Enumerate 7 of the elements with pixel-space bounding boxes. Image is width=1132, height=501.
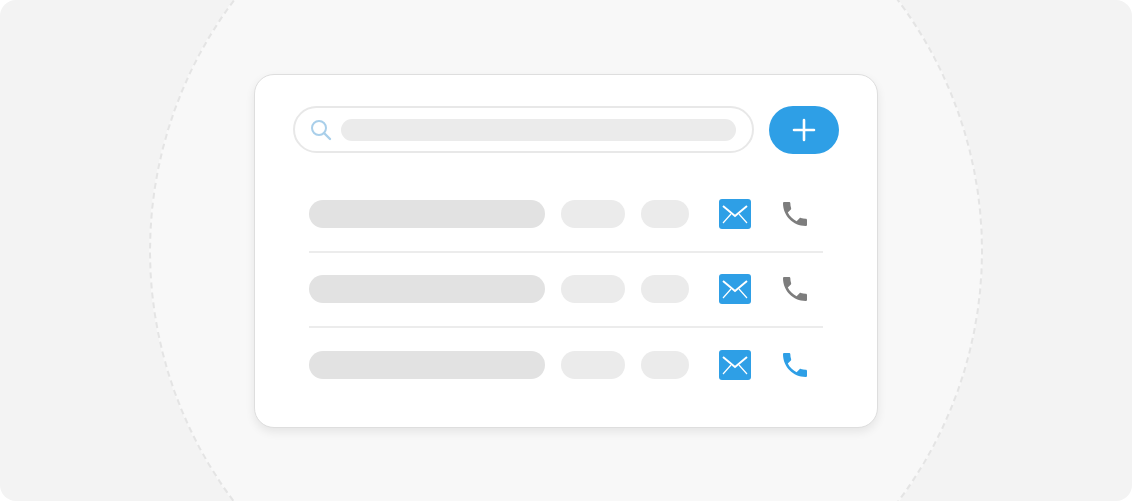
mail-icon[interactable] [719, 350, 751, 380]
search-icon [309, 117, 333, 142]
mail-icon[interactable] [719, 274, 751, 304]
mail-icon[interactable] [719, 199, 751, 229]
plus-icon [792, 117, 816, 142]
search-field[interactable] [293, 106, 754, 153]
add-button[interactable] [769, 105, 839, 154]
